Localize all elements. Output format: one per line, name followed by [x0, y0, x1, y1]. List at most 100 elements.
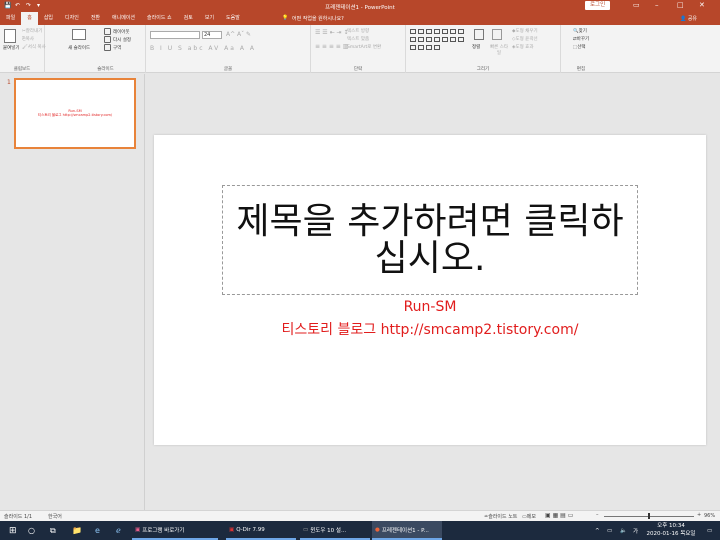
zoom-out-icon[interactable]: – — [596, 512, 599, 518]
slide-thumbnail[interactable]: Run-SM 티스토리 블로그 http://smcamp2.tistory.c… — [14, 78, 136, 149]
new-slide-icon[interactable] — [72, 29, 86, 40]
cut-button[interactable]: ✂잘라내기 — [22, 28, 42, 36]
shape-outline-button[interactable]: ◇도형 윤곽선 — [512, 36, 538, 44]
select-button[interactable]: ⬚선택 — [573, 44, 586, 52]
title-placeholder-text: 제목을 추가하려면 클릭하십시오. — [236, 201, 624, 279]
ribbon-tab[interactable]: 디자인 — [59, 12, 85, 25]
ribbon-tab[interactable]: 삽입 — [38, 12, 59, 25]
list-buttons[interactable]: ☰ ☰ ⇤ ⇥ ↕ — [315, 29, 348, 36]
ribbon-tab[interactable]: 검토 — [178, 12, 199, 25]
windows-taskbar: ⊞ ○ ⧉ 📁 e ℯ ▣ 프로그램 바로가기 ▣ Q-Dir 7.99 ▭ 윈도우 … — [0, 521, 720, 540]
shape-effects-label: 도형 효과 — [515, 45, 534, 50]
ie-icon[interactable]: ℯ — [113, 521, 124, 540]
quick-styles-icon[interactable] — [492, 29, 502, 40]
minimize-icon[interactable]: – — [655, 1, 659, 9]
replace-button[interactable]: ⇄바꾸기 — [573, 36, 589, 44]
layout-button[interactable]: 레이아웃 — [104, 28, 130, 36]
taskbar-app-4-label: 프레젠테이션1 - P... — [381, 527, 429, 534]
clock[interactable]: 오후 10:34 2020-01-16 목요일 — [640, 522, 702, 538]
title-placeholder[interactable]: 제목을 추가하려면 클릭하십시오. — [222, 185, 638, 295]
shape-fill-button[interactable]: ◆도형 채우기 — [512, 28, 538, 36]
notes-button[interactable]: ≐슬라이드 노트 — [484, 513, 517, 520]
lightbulb-icon: 💡 — [282, 15, 289, 21]
editing-group-label: 편집 — [576, 67, 586, 72]
cut-label: 잘라내기 — [25, 29, 43, 34]
tray-chevron-icon[interactable]: ^ — [592, 521, 603, 540]
font-style-buttons[interactable]: B I U S abc AV Aa A A — [150, 45, 256, 52]
ribbon-tab[interactable]: 홈 — [21, 12, 38, 25]
comments-button[interactable]: ▭메모 — [522, 513, 536, 520]
taskbar-app-4[interactable]: ● 프레젠테이션1 - P... — [372, 521, 442, 540]
tell-me-input[interactable]: 어떤 작업을 원하시나요? — [292, 15, 344, 22]
ribbon-tab[interactable]: 파일 — [0, 12, 21, 25]
ribbon-display-icon[interactable]: ▭ — [633, 1, 640, 9]
subtitle-line2[interactable]: 티스토리 블로그 http://smcamp2.tistory.com/ — [154, 319, 706, 339]
new-slide-button[interactable]: 새 슬라이드 — [68, 45, 90, 51]
drawing-group: 정렬 빠른 스타일 ◆도형 채우기 ◇도형 윤곽선 ◈도형 효과 그리기 — [406, 25, 561, 73]
network-icon[interactable]: ▭ — [604, 521, 615, 540]
file-explorer-icon[interactable]: 📁 — [69, 521, 85, 540]
subtitle-line1[interactable]: Run-SM — [154, 299, 706, 315]
font-grow-icon[interactable]: A^ Aˇ ✎ — [226, 31, 251, 38]
smartart-button[interactable]: SmartArt로 변환 — [347, 44, 381, 52]
view-buttons[interactable]: ▣ ▦ ▤ ▭ — [545, 512, 573, 519]
slides-group: 새 슬라이드 레이아웃 다시 설정 구역 슬라이드 — [66, 25, 146, 73]
arrange-icon[interactable] — [474, 29, 484, 40]
share-button[interactable]: 👤 공유 — [680, 15, 697, 22]
taskbar-app-3-label: 윈도우 10 설... — [310, 527, 347, 534]
clipboard-group: 붙여넣기 ✂잘라내기 ⎘복사 🖌서식 복사 클립보드 — [0, 25, 46, 73]
format-painter-button[interactable]: 🖌서식 복사 — [22, 44, 46, 52]
ribbon-tab[interactable]: 도움말 — [220, 12, 246, 25]
section-button[interactable]: 구역 — [104, 44, 121, 52]
volume-icon[interactable]: 🔈 — [617, 521, 630, 540]
shapes-gallery[interactable] — [409, 29, 469, 53]
maximize-icon[interactable]: □ — [677, 1, 684, 9]
copy-label: 복사 — [25, 37, 34, 42]
tv-icon: ▣ — [135, 526, 141, 533]
arrange-button[interactable]: 정렬 — [472, 44, 480, 50]
paste-button[interactable]: 붙여넣기 — [3, 45, 20, 51]
taskbar-app-1[interactable]: ▣ 프로그램 바로가기 — [132, 521, 218, 540]
close-icon[interactable]: ✕ — [699, 1, 705, 9]
reset-button[interactable]: 다시 설정 — [104, 36, 131, 44]
taskbar-app-3[interactable]: ▭ 윈도우 10 설... — [300, 521, 370, 540]
slide-canvas[interactable]: 제목을 추가하려면 클릭하십시오. Run-SM 티스토리 블로그 http:/… — [154, 135, 706, 445]
edge-icon[interactable]: e — [92, 521, 103, 540]
find-button[interactable]: 🔍찾기 — [573, 28, 587, 36]
language-indicator[interactable]: 한국어 — [48, 513, 62, 520]
thumbnail-line2: 티스토리 블로그 http://smcamp2.tistory.com/ — [37, 113, 113, 117]
zoom-level[interactable]: 96% — [704, 513, 715, 519]
windows-start-icon[interactable]: ⊞ — [6, 521, 20, 540]
align-text-label: 텍스트 맞춤 — [347, 37, 370, 42]
zoom-slider-thumb[interactable] — [648, 513, 650, 519]
font-name-select[interactable] — [150, 31, 200, 39]
ribbon-tab[interactable]: 보기 — [199, 12, 220, 25]
search-icon[interactable]: ○ — [25, 521, 38, 540]
shape-effects-button[interactable]: ◈도형 효과 — [512, 44, 533, 52]
taskbar-app-2[interactable]: ▣ Q-Dir 7.99 — [226, 521, 296, 540]
copy-button[interactable]: ⎘복사 — [22, 36, 34, 44]
ribbon-tab[interactable]: 애니메이션 — [106, 12, 141, 25]
ribbon-home: 붙여넣기 ✂잘라내기 ⎘복사 🖌서식 복사 클립보드 새 슬라이드 레이아웃 다… — [0, 25, 720, 73]
find-label: 찾기 — [578, 29, 587, 34]
align-buttons[interactable]: ≡ ≡ ≡ ≡ ▥ — [315, 43, 348, 50]
replace-label: 바꾸기 — [576, 37, 590, 42]
section-label: 구역 — [113, 46, 122, 51]
align-text-button[interactable]: 텍스트 맞춤 — [347, 36, 369, 44]
font-size-select[interactable]: 24 — [202, 31, 222, 39]
title-bar: 💾 ↶ ↷ ▾ 프레젠테이션1 - PowerPoint 로그인 ▭ – □ ✕ — [0, 0, 720, 12]
ribbon-tab[interactable]: 슬라이드 쇼 — [141, 12, 178, 25]
login-button[interactable]: 로그인 — [585, 1, 611, 10]
notes-label: 슬라이드 노트 — [488, 514, 518, 520]
font-group: 24 A^ Aˇ ✎ B I U S abc AV Aa A A 글꼴 — [146, 25, 311, 73]
task-view-icon[interactable]: ⧉ — [47, 521, 59, 540]
text-direction-label: 텍스트 방향 — [347, 29, 370, 34]
notification-icon[interactable]: ▭ — [704, 521, 715, 540]
quick-styles-button[interactable]: 빠른 스타일 — [489, 44, 509, 56]
thumbnail-number: 1 — [7, 79, 11, 86]
shape-outline-label: 도형 윤곽선 — [515, 37, 538, 42]
zoom-in-icon[interactable]: + — [697, 512, 701, 518]
paste-icon[interactable] — [4, 29, 16, 43]
ribbon-tab[interactable]: 전환 — [85, 12, 106, 25]
text-direction-button[interactable]: 텍스트 방향 — [347, 28, 369, 36]
